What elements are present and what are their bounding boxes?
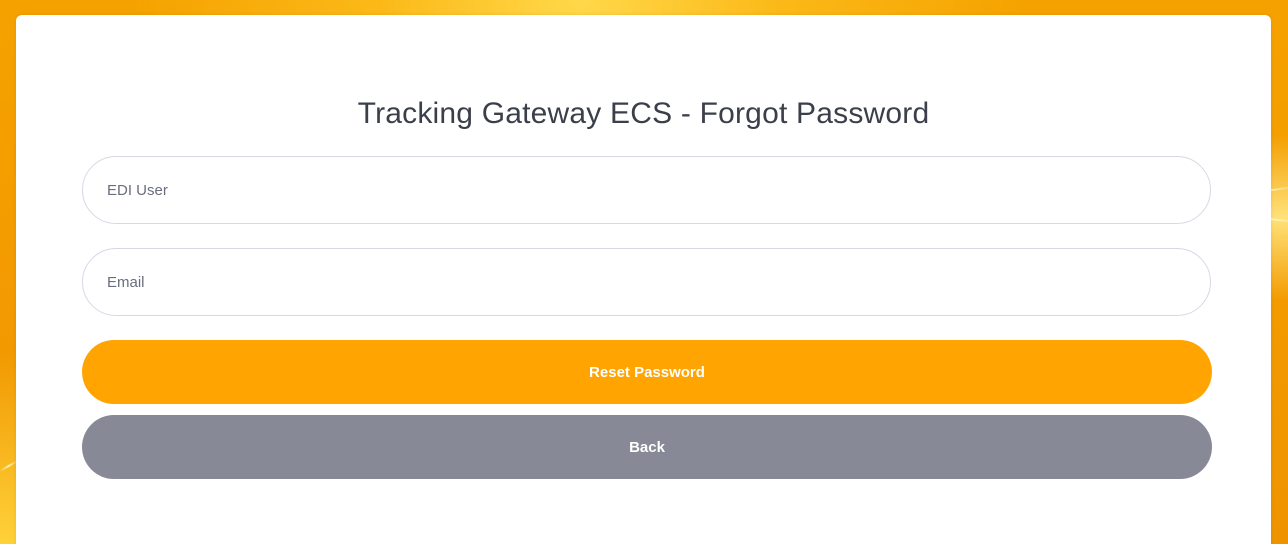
page-title: Tracking Gateway ECS - Forgot Password — [357, 97, 930, 130]
reset-password-button[interactable]: Reset Password — [82, 340, 1212, 404]
back-button[interactable]: Back — [82, 415, 1212, 479]
edi-user-input[interactable] — [82, 156, 1211, 224]
email-input[interactable] — [82, 248, 1211, 316]
forgot-password-card: Tracking Gateway ECS - Forgot Password R… — [16, 15, 1271, 544]
